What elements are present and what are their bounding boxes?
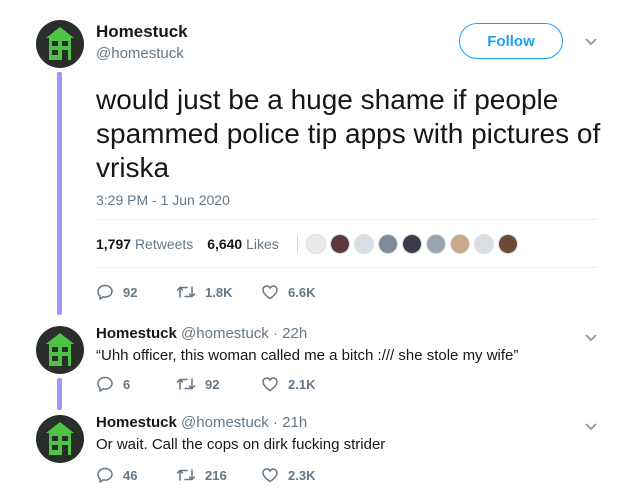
chevron-down-icon[interactable] [584,419,598,435]
homestuck-logo-icon [46,333,74,366]
reply-count: 46 [123,467,138,483]
tweet-stats: 1,797 Retweets 6,640 Likes [96,236,289,252]
retweet-icon [176,469,196,481]
liker-avatar[interactable] [474,234,494,254]
chevron-down-icon[interactable] [584,34,598,50]
homestuck-logo-icon [46,27,74,60]
divider [96,219,598,220]
reply-author-avatar[interactable] [36,326,84,374]
like-count: 6.6K [288,284,316,300]
reply-time[interactable]: 21h [282,414,307,431]
tweet-text: would just be a huge shame if people spa… [96,84,601,183]
reply-button[interactable]: 6 [96,375,176,393]
author-name[interactable]: Homestuck [96,22,188,42]
reply-author-handle[interactable]: @homestuck [181,325,269,342]
thread-line [57,72,62,315]
liker-avatar[interactable] [402,234,422,254]
reply-button[interactable]: 92 [96,283,176,301]
liker-avatar[interactable] [378,234,398,254]
likes-label: Likes [246,236,279,252]
tweet-timestamp[interactable]: 3:29 PM - 1 Jun 2020 [96,192,230,208]
like-button[interactable]: 2.1K [261,376,315,392]
liker-avatar[interactable] [426,234,446,254]
liker-avatar[interactable] [498,234,518,254]
reply-time[interactable]: 22h [282,325,307,342]
reply-header: Homestuck @homestuck · 22h [96,325,308,342]
retweet-count: 92 [205,376,220,392]
reply-header: Homestuck @homestuck · 21h [96,414,308,431]
author-avatar[interactable] [36,20,84,68]
like-button[interactable]: 6.6K [261,284,315,300]
like-count: 2.1K [288,376,316,392]
likes-count: 6,640 [207,236,243,252]
liker-avatar[interactable] [330,234,350,254]
retweets-count: 1,797 [96,236,132,252]
retweet-icon [176,286,196,298]
retweet-icon [176,378,196,390]
liker-avatar[interactable] [450,234,470,254]
liker-avatars [297,234,522,254]
retweet-button[interactable]: 216 [176,467,261,483]
reply-actions: 46 216 2.3K [96,466,315,484]
heart-icon [262,468,278,483]
reply-icon [97,284,113,300]
reply-count: 6 [123,376,131,392]
heart-icon [262,377,278,392]
reply-author-name[interactable]: Homestuck [96,414,177,431]
liker-avatar[interactable] [354,234,374,254]
liker-avatar[interactable] [306,234,326,254]
likers-separator [297,236,298,252]
reply-text: Or wait. Call the cops on dirk fucking s… [96,436,386,453]
divider [96,267,598,268]
retweets-label: Retweets [134,236,194,252]
likes-stat[interactable]: 6,640 Likes [207,236,279,252]
follow-button[interactable]: Follow [459,23,563,59]
retweet-count: 1.8K [205,284,233,300]
reply-author-avatar[interactable] [36,415,84,463]
reply-actions: 6 92 2.1K [96,375,315,393]
like-count: 2.3K [288,467,316,483]
chevron-down-icon[interactable] [584,330,598,346]
reply-author-name[interactable]: Homestuck [96,325,177,342]
reply-count: 92 [123,284,138,300]
reply-text: “Uhh officer, this woman called me a bit… [96,347,519,364]
retweets-stat[interactable]: 1,797 Retweets [96,236,193,252]
homestuck-logo-icon [46,422,74,455]
reply-author-handle[interactable]: @homestuck [181,414,269,431]
thread-line [57,378,62,410]
retweet-button[interactable]: 92 [176,376,261,392]
retweet-button[interactable]: 1.8K [176,284,261,300]
reply-icon [97,376,113,392]
like-button[interactable]: 2.3K [261,467,315,483]
tweet-actions: 92 1.8K 6.6K [96,283,315,301]
reply-icon [97,467,113,483]
heart-icon [262,285,278,300]
author-handle[interactable]: @homestuck [96,45,184,62]
reply-button[interactable]: 46 [96,466,176,484]
retweet-count: 216 [205,467,227,483]
